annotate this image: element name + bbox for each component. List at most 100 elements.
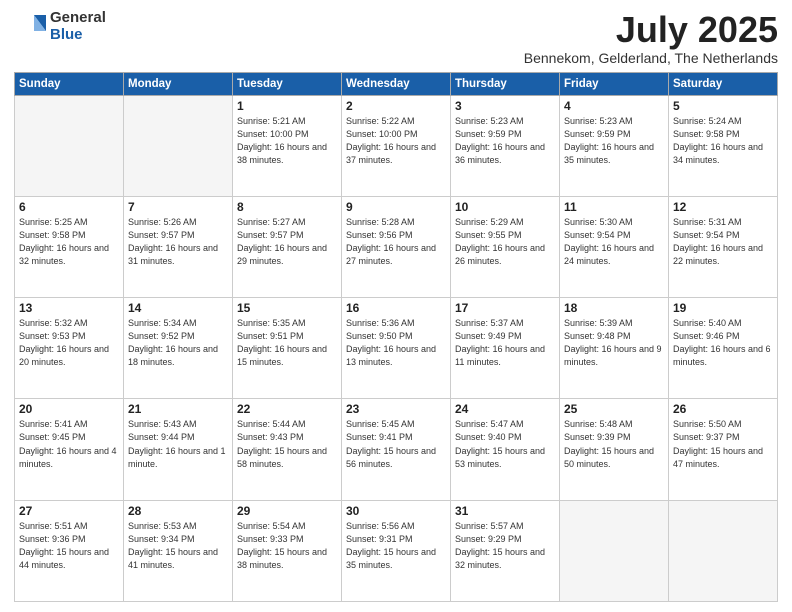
day-number: 27 bbox=[19, 504, 119, 518]
calendar-week-row: 1 Sunrise: 5:21 AM Sunset: 10:00 PM Dayli… bbox=[15, 95, 778, 196]
table-row: 10Sunrise: 5:29 AM Sunset: 9:55 PM Dayli… bbox=[451, 196, 560, 297]
day-number: 10 bbox=[455, 200, 555, 214]
table-row: 15Sunrise: 5:35 AM Sunset: 9:51 PM Dayli… bbox=[233, 298, 342, 399]
day-info: Sunrise: 5:30 AM Sunset: 9:54 PM Dayligh… bbox=[564, 216, 664, 268]
logo-text: General Blue bbox=[50, 10, 106, 43]
table-row bbox=[560, 500, 669, 601]
day-number: 13 bbox=[19, 301, 119, 315]
day-info: Sunrise: 5:51 AM Sunset: 9:36 PM Dayligh… bbox=[19, 520, 119, 572]
day-number: 6 bbox=[19, 200, 119, 214]
table-row: 20 Sunrise: 5:41 AM Sunset: 9:45 PM Dayli… bbox=[15, 399, 124, 500]
calendar-table: Sunday Monday Tuesday Wednesday Thursday… bbox=[14, 72, 778, 602]
table-row: 26 Sunrise: 5:50 AM Sunset: 9:37 PM Dayli… bbox=[669, 399, 778, 500]
day-number: 9 bbox=[346, 200, 446, 214]
col-sunday: Sunday bbox=[15, 72, 124, 95]
day-info: Sunrise: 5:50 AM Sunset: 9:37 PM Dayligh… bbox=[673, 418, 773, 470]
table-row: 4 Sunrise: 5:23 AM Sunset: 9:59 PM Daylig… bbox=[560, 95, 669, 196]
day-number: 5 bbox=[673, 99, 773, 113]
day-number: 23 bbox=[346, 402, 446, 416]
day-info: Sunrise: 5:47 AM Sunset: 9:40 PM Dayligh… bbox=[455, 418, 555, 470]
day-info: Sunrise: 5:28 AM Sunset: 9:56 PM Dayligh… bbox=[346, 216, 446, 268]
calendar-week-row: 20 Sunrise: 5:41 AM Sunset: 9:45 PM Dayli… bbox=[15, 399, 778, 500]
table-row: 21 Sunrise: 5:43 AM Sunset: 9:44 PM Dayli… bbox=[124, 399, 233, 500]
col-tuesday: Tuesday bbox=[233, 72, 342, 95]
table-row: 29Sunrise: 5:54 AM Sunset: 9:33 PM Dayli… bbox=[233, 500, 342, 601]
month-title: July 2025 bbox=[524, 10, 778, 50]
table-row: 6Sunrise: 5:25 AM Sunset: 9:58 PM Daylig… bbox=[15, 196, 124, 297]
day-number: 3 bbox=[455, 99, 555, 113]
table-row: 18 Sunrise: 5:39 AM Sunset: 9:48 PM Dayli… bbox=[560, 298, 669, 399]
day-number: 20 bbox=[19, 402, 119, 416]
table-row: 30 Sunrise: 5:56 AM Sunset: 9:31 PM Dayli… bbox=[342, 500, 451, 601]
day-number: 7 bbox=[128, 200, 228, 214]
day-number: 12 bbox=[673, 200, 773, 214]
day-number: 19 bbox=[673, 301, 773, 315]
table-row bbox=[15, 95, 124, 196]
table-row: 31Sunrise: 5:57 AM Sunset: 9:29 PM Dayli… bbox=[451, 500, 560, 601]
day-number: 26 bbox=[673, 402, 773, 416]
col-thursday: Thursday bbox=[451, 72, 560, 95]
table-row: 17 Sunrise: 5:37 AM Sunset: 9:49 PM Dayli… bbox=[451, 298, 560, 399]
day-number: 11 bbox=[564, 200, 664, 214]
table-row: 19 Sunrise: 5:40 AM Sunset: 9:46 PM Dayli… bbox=[669, 298, 778, 399]
day-info: Sunrise: 5:44 AM Sunset: 9:43 PM Dayligh… bbox=[237, 418, 337, 470]
day-number: 22 bbox=[237, 402, 337, 416]
day-number: 30 bbox=[346, 504, 446, 518]
day-number: 2 bbox=[346, 99, 446, 113]
day-info: Sunrise: 5:45 AM Sunset: 9:41 PM Dayligh… bbox=[346, 418, 446, 470]
col-saturday: Saturday bbox=[669, 72, 778, 95]
day-number: 29 bbox=[237, 504, 337, 518]
table-row: 27 Sunrise: 5:51 AM Sunset: 9:36 PM Dayli… bbox=[15, 500, 124, 601]
col-wednesday: Wednesday bbox=[342, 72, 451, 95]
day-info: Sunrise: 5:48 AM Sunset: 9:39 PM Dayligh… bbox=[564, 418, 664, 470]
day-info: Sunrise: 5:53 AM Sunset: 9:34 PM Dayligh… bbox=[128, 520, 228, 572]
day-number: 14 bbox=[128, 301, 228, 315]
day-number: 4 bbox=[564, 99, 664, 113]
table-row: 16Sunrise: 5:36 AM Sunset: 9:50 PM Dayli… bbox=[342, 298, 451, 399]
day-number: 24 bbox=[455, 402, 555, 416]
day-info: Sunrise: 5:57 AM Sunset: 9:29 PM Dayligh… bbox=[455, 520, 555, 572]
calendar-header-row: Sunday Monday Tuesday Wednesday Thursday… bbox=[15, 72, 778, 95]
table-row: 8 Sunrise: 5:27 AM Sunset: 9:57 PM Daylig… bbox=[233, 196, 342, 297]
table-row: 22 Sunrise: 5:44 AM Sunset: 9:43 PM Dayli… bbox=[233, 399, 342, 500]
table-row: 28 Sunrise: 5:53 AM Sunset: 9:34 PM Dayli… bbox=[124, 500, 233, 601]
header: General Blue July 2025 Bennekom, Gelderl… bbox=[14, 10, 778, 66]
day-info: Sunrise: 5:41 AM Sunset: 9:45 PM Dayligh… bbox=[19, 418, 119, 470]
calendar-week-row: 27 Sunrise: 5:51 AM Sunset: 9:36 PM Dayli… bbox=[15, 500, 778, 601]
day-number: 25 bbox=[564, 402, 664, 416]
table-row: 25 Sunrise: 5:48 AM Sunset: 9:39 PM Dayli… bbox=[560, 399, 669, 500]
day-info: Sunrise: 5:27 AM Sunset: 9:57 PM Dayligh… bbox=[237, 216, 337, 268]
day-info: Sunrise: 5:21 AM Sunset: 10:00 PM Daylig… bbox=[237, 115, 337, 167]
logo-icon bbox=[14, 11, 46, 43]
day-number: 17 bbox=[455, 301, 555, 315]
day-info: Sunrise: 5:37 AM Sunset: 9:49 PM Dayligh… bbox=[455, 317, 555, 369]
day-info: Sunrise: 5:35 AM Sunset: 9:51 PM Dayligh… bbox=[237, 317, 337, 369]
day-info: Sunrise: 5:34 AM Sunset: 9:52 PM Dayligh… bbox=[128, 317, 228, 369]
day-number: 18 bbox=[564, 301, 664, 315]
day-number: 28 bbox=[128, 504, 228, 518]
table-row: 9 Sunrise: 5:28 AM Sunset: 9:56 PM Daylig… bbox=[342, 196, 451, 297]
table-row: 12Sunrise: 5:31 AM Sunset: 9:54 PM Dayli… bbox=[669, 196, 778, 297]
logo-general-label: General bbox=[50, 10, 106, 27]
day-info: Sunrise: 5:43 AM Sunset: 9:44 PM Dayligh… bbox=[128, 418, 228, 470]
day-info: Sunrise: 5:32 AM Sunset: 9:53 PM Dayligh… bbox=[19, 317, 119, 369]
col-monday: Monday bbox=[124, 72, 233, 95]
day-info: Sunrise: 5:22 AM Sunset: 10:00 PM Daylig… bbox=[346, 115, 446, 167]
day-info: Sunrise: 5:23 AM Sunset: 9:59 PM Dayligh… bbox=[564, 115, 664, 167]
table-row: 14 Sunrise: 5:34 AM Sunset: 9:52 PM Dayli… bbox=[124, 298, 233, 399]
title-block: July 2025 Bennekom, Gelderland, The Neth… bbox=[524, 10, 778, 66]
calendar-week-row: 6Sunrise: 5:25 AM Sunset: 9:58 PM Daylig… bbox=[15, 196, 778, 297]
page: General Blue July 2025 Bennekom, Gelderl… bbox=[0, 0, 792, 612]
table-row bbox=[669, 500, 778, 601]
day-number: 8 bbox=[237, 200, 337, 214]
day-info: Sunrise: 5:40 AM Sunset: 9:46 PM Dayligh… bbox=[673, 317, 773, 369]
col-friday: Friday bbox=[560, 72, 669, 95]
table-row: 7Sunrise: 5:26 AM Sunset: 9:57 PM Daylig… bbox=[124, 196, 233, 297]
day-number: 1 bbox=[237, 99, 337, 113]
day-number: 21 bbox=[128, 402, 228, 416]
table-row bbox=[124, 95, 233, 196]
table-row: 13 Sunrise: 5:32 AM Sunset: 9:53 PM Dayli… bbox=[15, 298, 124, 399]
day-info: Sunrise: 5:39 AM Sunset: 9:48 PM Dayligh… bbox=[564, 317, 664, 369]
day-info: Sunrise: 5:56 AM Sunset: 9:31 PM Dayligh… bbox=[346, 520, 446, 572]
table-row: 24 Sunrise: 5:47 AM Sunset: 9:40 PM Dayli… bbox=[451, 399, 560, 500]
